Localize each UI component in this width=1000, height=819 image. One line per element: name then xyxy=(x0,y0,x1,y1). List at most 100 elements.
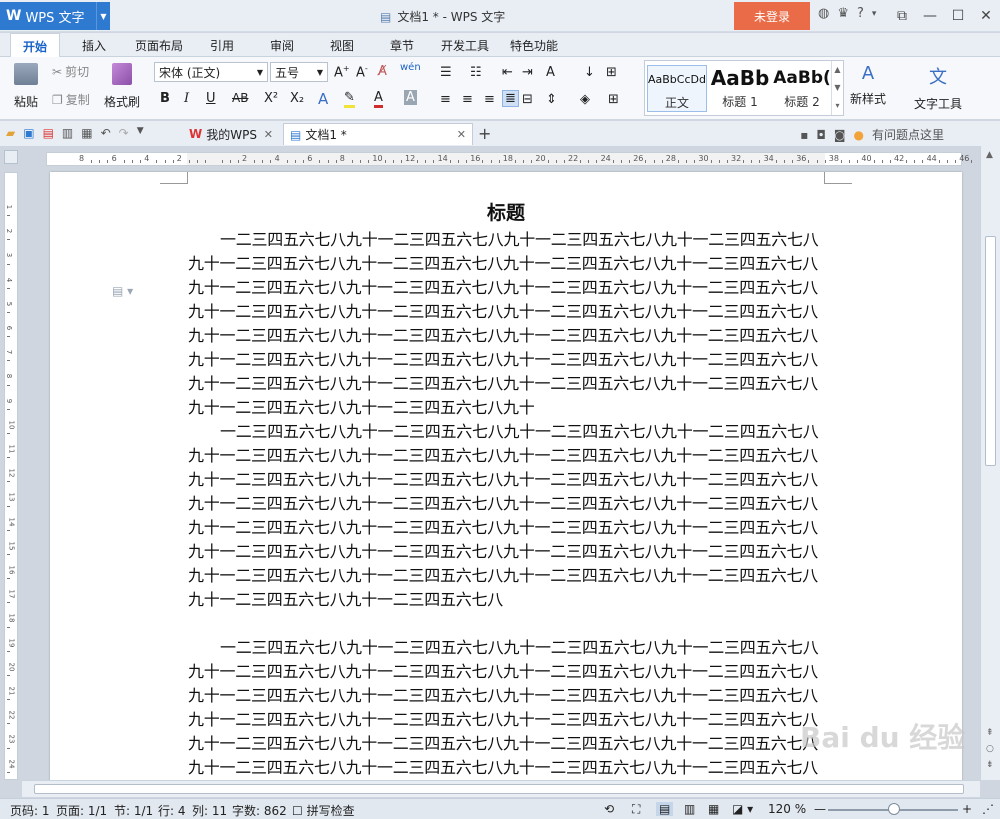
zoom-level[interactable]: 120 % xyxy=(768,802,806,816)
bullet-list-icon[interactable]: ☰ xyxy=(440,65,452,80)
chevron-down-icon[interactable]: ▼ xyxy=(137,126,144,140)
shrink-font-icon[interactable]: A- xyxy=(356,64,368,80)
sort-icon[interactable]: ↓ xyxy=(584,65,595,80)
help-icon[interactable]: ? xyxy=(857,6,864,21)
clear-format-icon[interactable]: A̸ xyxy=(378,64,387,79)
horizontal-scrollbar[interactable] xyxy=(22,780,980,797)
zoom-in-icon[interactable]: + xyxy=(962,802,972,816)
prev-page-icon[interactable]: ⇞ xyxy=(986,728,994,738)
print-preview-icon[interactable]: ▦ xyxy=(81,126,92,140)
style-heading-1[interactable]: AaBb 标题 1 xyxy=(709,65,771,110)
underline-button[interactable]: U xyxy=(206,91,216,106)
distributed-icon[interactable]: ⊟ xyxy=(522,92,533,107)
ruler-toggle[interactable] xyxy=(4,150,18,164)
document-paragraph[interactable]: 一二三四五六七八九十一二三四五六七八九十一二三四五六七八九十一二三四五六七八九十… xyxy=(188,420,828,612)
page-view-icon[interactable]: ▤ xyxy=(656,802,674,816)
resize-grip-icon[interactable]: ⋰ xyxy=(982,802,994,816)
spell-check-toggle[interactable]: ☐ 拼写检查 xyxy=(292,802,355,819)
highlight-icon[interactable]: ✎ xyxy=(344,90,355,108)
chinese-layout-icon[interactable]: A xyxy=(546,65,555,80)
doc-tool-icon[interactable]: ◘ xyxy=(816,128,826,142)
tab-home[interactable]: 开始 xyxy=(10,33,61,58)
undo-icon[interactable]: ↶ xyxy=(101,126,111,140)
tab-developer[interactable]: 开发工具 xyxy=(441,37,489,54)
decrease-indent-icon[interactable]: ⇤ xyxy=(502,65,513,80)
print-icon[interactable]: ▥ xyxy=(62,126,73,140)
grow-font-icon[interactable]: A+ xyxy=(334,64,350,80)
paragraph-layout-icon[interactable]: ▤ ▾ xyxy=(112,284,133,298)
tab-insert[interactable]: 插入 xyxy=(82,37,106,54)
close-tab-icon[interactable]: ✕ xyxy=(264,128,273,141)
tab-document[interactable]: ▤ 文档1 * ✕ xyxy=(283,123,473,145)
tab-my-wps[interactable]: W 我的WPS ✕ xyxy=(183,123,279,145)
increase-indent-icon[interactable]: ⇥ xyxy=(522,65,533,80)
close-icon[interactable]: ✕ xyxy=(972,0,1000,32)
tab-review[interactable]: 审阅 xyxy=(270,37,294,54)
doc-tool-icon[interactable]: ◙ xyxy=(834,128,846,142)
paste-button[interactable]: 粘贴 xyxy=(14,63,38,110)
vertical-scrollbar[interactable]: ▲ ⇞ ○ ⇟ xyxy=(980,146,1000,780)
new-tab-icon[interactable]: + xyxy=(478,124,491,143)
select-browse-icon[interactable]: ○ xyxy=(986,744,994,754)
gallery-scroll[interactable]: ▲ ▼ ▾ xyxy=(831,61,843,115)
show-marks-icon[interactable]: ⊞ xyxy=(606,65,617,80)
align-left-icon[interactable]: ≡ xyxy=(440,92,451,107)
pdf-icon[interactable]: ▤ xyxy=(43,126,54,140)
backup-icon[interactable]: ⟲ xyxy=(604,802,614,816)
align-right-icon[interactable]: ≡ xyxy=(484,92,495,107)
redo-icon[interactable]: ↷ xyxy=(119,126,129,140)
subscript-button[interactable]: X₂ xyxy=(290,91,304,106)
tab-special[interactable]: 特色功能 xyxy=(510,37,558,54)
next-page-icon[interactable]: ⇟ xyxy=(986,760,994,770)
bold-button[interactable]: B xyxy=(160,91,170,106)
chevron-down-icon[interactable]: ▼ xyxy=(96,2,110,30)
copy-button[interactable]: ❐ 复制 xyxy=(52,91,90,108)
document-heading[interactable]: 标题 xyxy=(50,198,962,225)
zoom-out-icon[interactable]: — xyxy=(814,802,826,816)
scroll-thumb[interactable] xyxy=(985,236,996,466)
document-paragraph[interactable]: 一二三四五六七八九十一二三四五六七八九十一二三四五六七八九十一二三四五六七八九十… xyxy=(188,228,828,420)
save-icon[interactable]: ▣ xyxy=(23,126,34,140)
cut-button[interactable]: ✂ 剪切 xyxy=(52,63,89,80)
new-style-button[interactable]: A 新样式 xyxy=(850,63,886,107)
shirt-icon[interactable]: ♛ xyxy=(837,6,849,21)
strikethrough-button[interactable]: AB xyxy=(232,91,248,105)
style-heading-2[interactable]: AaBb( 标题 2 xyxy=(773,65,831,110)
font-color-icon[interactable]: A xyxy=(374,90,383,108)
open-folder-icon[interactable]: ▰ xyxy=(6,126,15,140)
format-painter-button[interactable]: 格式刷 xyxy=(104,63,140,110)
app-menu-button[interactable]: W WPS 文字 ▼ xyxy=(0,2,110,30)
vertical-ruler[interactable]: 1 2 3 4 5 6 7 8 9 10 11 12 13 14 15 16 17 18 19 20 21 22 23 24 xyxy=(4,172,18,780)
restore-view-icon[interactable]: ⧉ xyxy=(888,0,916,32)
status-word-count[interactable]: 字数: 862 xyxy=(232,802,287,819)
minimize-icon[interactable]: — xyxy=(916,0,944,32)
maximize-icon[interactable]: ☐ xyxy=(944,0,972,32)
reading-view-icon[interactable]: ◪ ▾ xyxy=(732,802,753,816)
doc-tool-icon[interactable]: ▪ xyxy=(800,128,808,142)
shading-icon[interactable]: ◈ xyxy=(580,92,590,107)
horizontal-ruler[interactable]: 8 6 4 2 2 4 6 8 10 12 14 16 18 20 22 24 26 28 30 32 34 36 38 40… xyxy=(46,152,989,166)
help-search-link[interactable]: 有问题点这里 xyxy=(872,126,944,143)
tab-references[interactable]: 引用 xyxy=(210,37,234,54)
document-paragraph[interactable]: 一二三四五六七八九十一二三四五六七八九十一二三四五六七八九十一二三四五六七八九十… xyxy=(188,636,828,780)
justify-icon[interactable]: ≣ xyxy=(502,90,519,107)
outline-view-icon[interactable]: ▥ xyxy=(684,802,695,816)
skin-icon[interactable]: ◍ xyxy=(818,6,829,21)
login-button[interactable]: 未登录 xyxy=(734,2,810,30)
status-page-count[interactable]: 页面: 1/1 xyxy=(56,802,107,819)
numbered-list-icon[interactable]: ☷ xyxy=(470,65,482,80)
text-effect-icon[interactable]: A xyxy=(318,90,328,108)
scroll-up-icon[interactable]: ▲ xyxy=(986,150,993,160)
tab-page-layout[interactable]: 页面布局 xyxy=(135,37,183,54)
web-view-icon[interactable]: ▦ xyxy=(708,802,719,816)
chevron-down-icon[interactable]: ▾ xyxy=(872,9,877,21)
char-shading-icon[interactable]: A xyxy=(404,90,417,105)
text-tools-button[interactable]: 文 文字工具 xyxy=(914,63,962,112)
close-tab-icon[interactable]: ✕ xyxy=(457,128,466,141)
italic-button[interactable]: I xyxy=(184,91,189,106)
document-page[interactable]: 标题 ▤ ▾ 一二三四五六七八九十一二三四五六七八九十一二三四五六七八九十一二三… xyxy=(50,172,962,780)
scroll-thumb[interactable] xyxy=(34,784,964,794)
tab-chapter[interactable]: 章节 xyxy=(390,37,414,54)
borders-icon[interactable]: ⊞ xyxy=(608,92,619,107)
zoom-slider-handle[interactable] xyxy=(888,803,900,815)
